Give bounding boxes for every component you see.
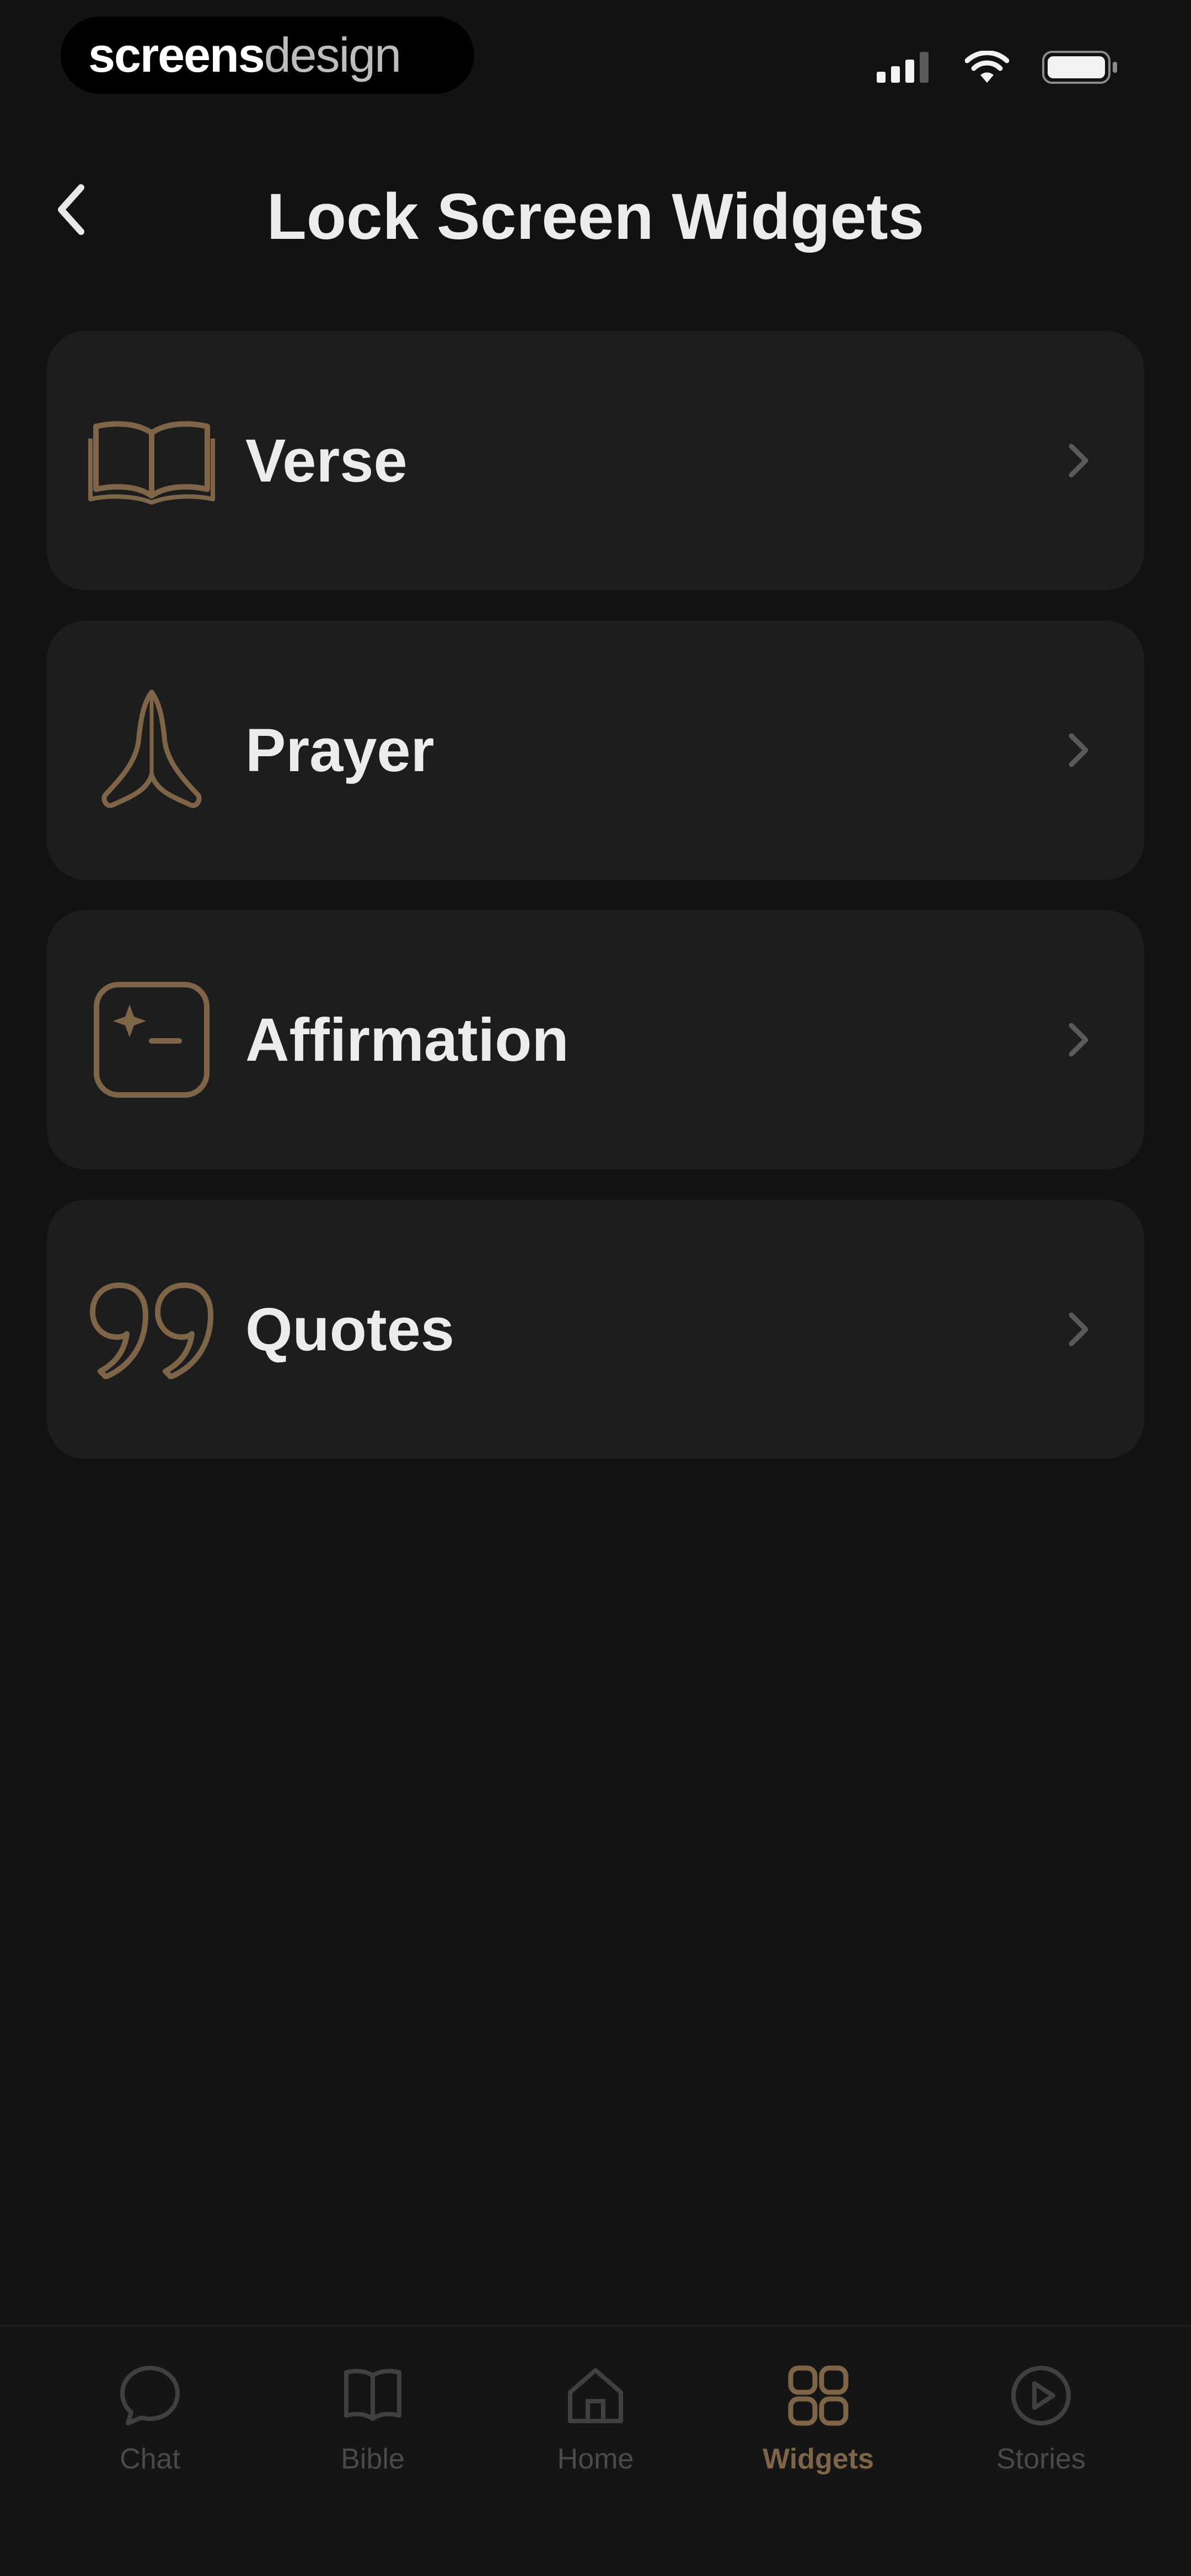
widget-item-affirmation[interactable]: Affirmation [47, 910, 1144, 1169]
widget-label-affirmation: Affirmation [245, 1006, 569, 1074]
tab-label-home: Home [557, 2443, 634, 2475]
brand-light-text: design [264, 28, 401, 82]
widget-label-quotes: Quotes [245, 1295, 454, 1364]
play-circle-icon [1005, 2360, 1077, 2431]
tab-widgets[interactable]: Widgets [719, 2360, 918, 2576]
status-icons [877, 50, 1119, 85]
widget-label-verse: Verse [245, 426, 407, 495]
tab-home[interactable]: Home [496, 2360, 695, 2576]
brand-watermark: screens design [61, 17, 474, 94]
book-icon [337, 2360, 409, 2431]
chevron-right-icon [1069, 1312, 1088, 1346]
tab-bible[interactable]: Bible [273, 2360, 472, 2576]
home-icon [560, 2360, 631, 2431]
tab-bar: Chat Bible Home Widgets Stories [0, 2325, 1191, 2576]
widget-item-quotes[interactable]: Quotes [47, 1200, 1144, 1459]
battery-icon [1042, 51, 1117, 84]
open-book-icon [85, 394, 218, 527]
chevron-right-icon [1069, 443, 1088, 478]
widget-item-verse[interactable]: Verse [47, 331, 1144, 590]
lock-screen-widgets-screen: screens design Lock Screen Widgets Verse… [0, 0, 1191, 2576]
widgets-grid-icon [782, 2360, 854, 2431]
chevron-right-icon [1069, 1023, 1088, 1057]
quote-icon [85, 1263, 218, 1396]
tab-stories[interactable]: Stories [942, 2360, 1140, 2576]
tab-label-widgets: Widgets [763, 2443, 874, 2475]
header: Lock Screen Widgets [0, 149, 1191, 287]
widget-label-prayer: Prayer [245, 716, 434, 784]
chevron-right-icon [1069, 733, 1088, 767]
chat-bubble-icon [114, 2360, 186, 2431]
widget-list: Verse Prayer Affirmation Quotes [47, 331, 1144, 1489]
tab-label-bible: Bible [341, 2443, 405, 2475]
tab-label-stories: Stories [996, 2443, 1086, 2475]
signal-icon [877, 52, 929, 83]
status-bar: screens design [0, 0, 1191, 116]
brand-bold-text: screens [88, 28, 265, 82]
page-title: Lock Screen Widgets [266, 180, 925, 253]
sparkle-square-icon [85, 974, 218, 1106]
widget-item-prayer[interactable]: Prayer [47, 621, 1144, 880]
wifi-icon [965, 51, 1009, 83]
tab-chat[interactable]: Chat [51, 2360, 249, 2576]
tab-label-chat: Chat [120, 2443, 180, 2475]
praying-hands-icon [85, 684, 218, 816]
